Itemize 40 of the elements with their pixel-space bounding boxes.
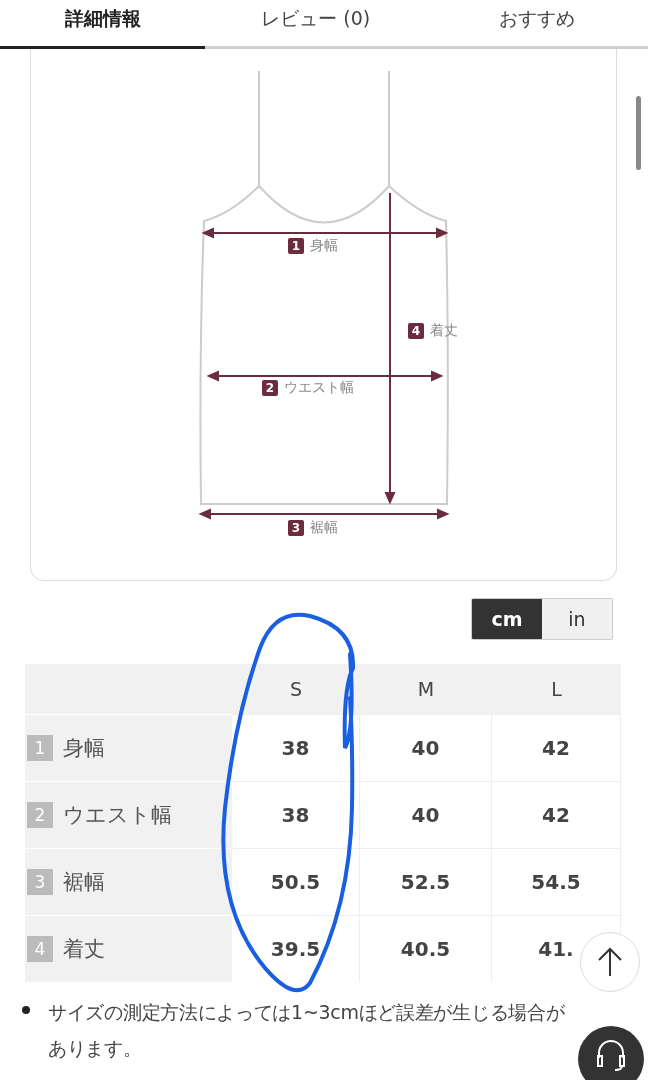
number-badge: 1 xyxy=(27,735,53,761)
measure-label: 身幅 xyxy=(63,735,105,762)
number-badge: 2 xyxy=(27,802,53,828)
number-badge: 2 xyxy=(262,380,278,396)
number-badge: 3 xyxy=(288,520,304,536)
number-badge: 4 xyxy=(27,936,53,962)
measure-label: ウエスト幅 xyxy=(284,379,354,397)
table-cell: 42 xyxy=(492,714,621,781)
table-cell: 40.5 xyxy=(360,915,492,982)
note-text: サイズの測定方法によっては1~3cmほど誤差が生じる場合があります。 xyxy=(48,1000,566,1061)
bullet-icon xyxy=(22,1006,30,1014)
unit-toggle[interactable]: cm xyxy=(472,599,542,639)
table-cell: 52.5 xyxy=(360,848,492,915)
measure-label: 裾幅 xyxy=(310,519,338,537)
number-badge: 3 xyxy=(27,869,53,895)
measure-label: 身幅 xyxy=(310,237,338,255)
table-cell: 38 xyxy=(232,781,360,848)
size-header: L xyxy=(492,664,621,714)
measure-label: ウエスト幅 xyxy=(63,802,172,829)
size-header: S xyxy=(232,664,360,714)
table-cell: 40 xyxy=(360,781,492,848)
unit-toggle[interactable]: in xyxy=(542,599,612,639)
table-cell: 39.5 xyxy=(232,915,360,982)
scrollbar[interactable] xyxy=(636,96,641,170)
tab[interactable]: レビュー (0) xyxy=(205,0,427,49)
number-badge: 1 xyxy=(288,238,304,254)
tab[interactable]: 詳細情報 xyxy=(0,0,205,49)
table-cell: 54.5 xyxy=(492,848,621,915)
table-cell: 38 xyxy=(232,714,360,781)
table-cell: 40 xyxy=(360,714,492,781)
measure-label: 裾幅 xyxy=(63,869,105,896)
measure-label: 着丈 xyxy=(63,936,105,963)
measure-label: 着丈 xyxy=(430,322,458,340)
table-cell: 42 xyxy=(492,781,621,848)
tab[interactable]: おすすめ xyxy=(426,0,648,49)
arrow-up-icon xyxy=(596,946,624,978)
number-badge: 4 xyxy=(408,323,424,339)
size-header: M xyxy=(360,664,492,714)
table-cell: 50.5 xyxy=(232,848,360,915)
support-button[interactable] xyxy=(578,1026,644,1080)
